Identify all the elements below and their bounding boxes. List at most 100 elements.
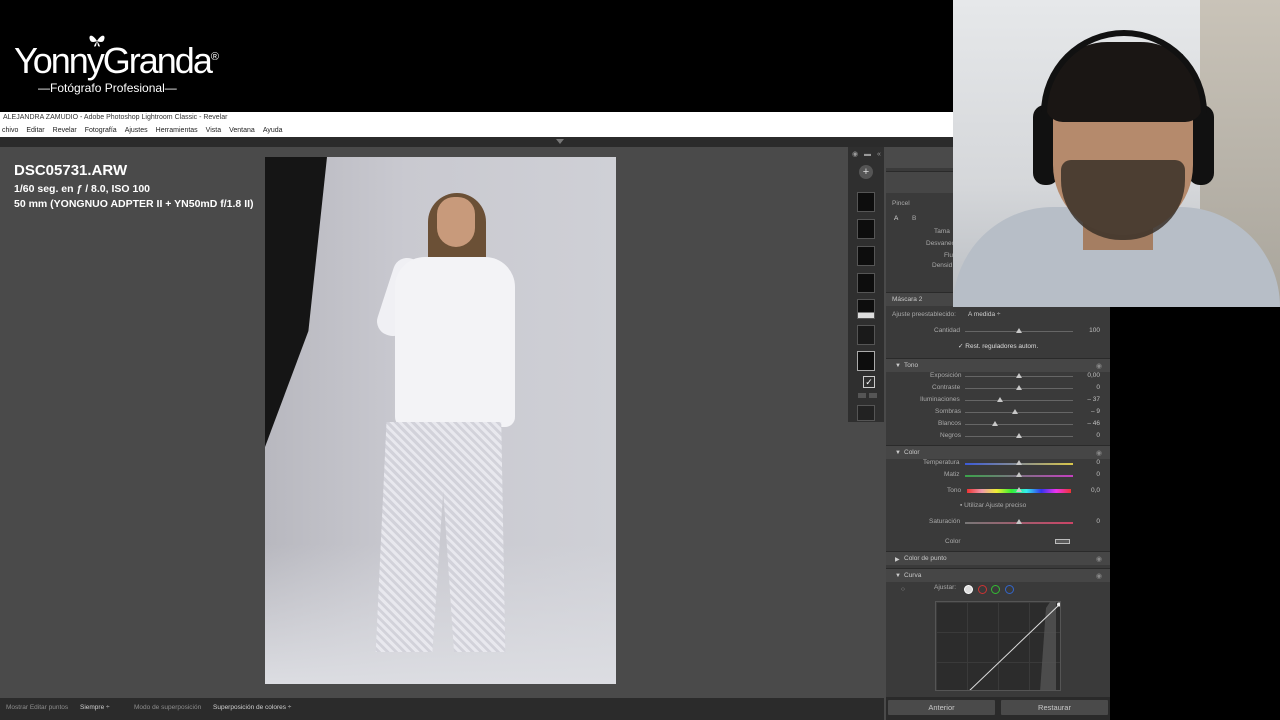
menu-file[interactable]: chivo [2, 124, 18, 137]
show-edit-points-select[interactable]: Siempre ÷ [80, 704, 110, 711]
collapse-triangle-icon[interactable] [556, 139, 564, 144]
temperature-slider[interactable] [965, 460, 1073, 465]
amount-value[interactable]: 100 [1089, 327, 1100, 334]
amount-slider[interactable] [965, 328, 1073, 333]
eye-icon[interactable]: ◉ [1096, 449, 1102, 457]
photo-canvas[interactable] [265, 157, 616, 684]
fine-adjust-label: Utilizar Ajuste preciso [964, 502, 1027, 509]
eye-icon[interactable]: ◉ [1096, 555, 1102, 563]
brush-density-label: Densid [932, 262, 953, 269]
toolstrip-header-icons[interactable]: ◉ ▬ « [852, 150, 883, 158]
eye-icon[interactable]: ◉ [1096, 362, 1102, 370]
mask-thumbnail-selected[interactable] [857, 351, 875, 371]
mask-thumbnail[interactable] [857, 246, 875, 266]
menu-tools[interactable]: Herramientas [156, 124, 198, 137]
temperature-value[interactable]: 0 [1096, 459, 1100, 466]
exposure-value[interactable]: 0,00 [1087, 372, 1100, 379]
top-panel-toggle-strip[interactable] [0, 137, 1110, 147]
mask-thumbnail-subject[interactable] [857, 325, 875, 345]
reset-sliders-label: Rest. reguladores autom. [965, 343, 1039, 350]
curve-section-header[interactable]: ▼ Curva ◉ [886, 568, 1110, 582]
menu-settings[interactable]: Ajustes [125, 124, 148, 137]
mask-thumbnail[interactable] [857, 299, 875, 319]
curve-channel-red[interactable] [978, 585, 987, 594]
point-color-section-header[interactable]: ▶ Color de punto ◉ [886, 551, 1110, 565]
fine-adjust-checkbox[interactable]: ▪ Utilizar Ajuste preciso [960, 502, 1026, 509]
eye-icon[interactable]: ◉ [1096, 572, 1102, 580]
amount-knob[interactable] [1016, 328, 1022, 333]
collapse-triangle-icon: ▶ [895, 557, 900, 563]
mask-thumbnail[interactable] [857, 219, 875, 239]
reset-sliders-checkbox[interactable]: ✓ Rest. reguladores autom. [958, 342, 1038, 350]
menu-window[interactable]: Ventana [229, 124, 255, 137]
curve-channel-green[interactable] [991, 585, 1000, 594]
toolstrip-mini-button[interactable] [858, 393, 866, 398]
saturation-slider[interactable] [965, 519, 1073, 524]
exposure-knob[interactable] [1016, 373, 1022, 378]
curve-channel-blue[interactable] [1005, 585, 1014, 594]
tone-section-header[interactable]: ▼ Tono ◉ [886, 358, 1110, 372]
blacks-value[interactable]: 0 [1096, 432, 1100, 439]
menu-view[interactable]: Vista [206, 124, 221, 137]
whites-slider[interactable] [965, 421, 1073, 426]
whites-knob[interactable] [992, 421, 999, 426]
hue-value[interactable]: 0,0 [1091, 487, 1100, 494]
hue-knob[interactable] [1016, 487, 1022, 492]
menu-help[interactable]: Ayuda [263, 124, 283, 137]
highlights-value[interactable]: – 37 [1087, 396, 1100, 403]
brush-a-button[interactable]: A [894, 215, 898, 222]
color-swatch[interactable] [1055, 539, 1070, 544]
hue-slider[interactable] [967, 487, 1071, 493]
mask-thumbnail[interactable] [857, 192, 875, 212]
contrast-value[interactable]: 0 [1096, 384, 1100, 391]
menu-photo[interactable]: Fotografía [85, 124, 117, 137]
brand-header: YonnyGranda® —Fotógrafo Profesional— [0, 0, 953, 112]
highlights-slider[interactable] [965, 397, 1073, 402]
tone-curve-graph[interactable] [935, 601, 1061, 691]
whites-value[interactable]: – 46 [1087, 420, 1100, 427]
menu-edit[interactable]: Editar [26, 124, 44, 137]
blacks-label: Negros [940, 432, 961, 439]
target-adjust-icon[interactable]: ○ [901, 586, 905, 593]
photo-filename: DSC05731.ARW [14, 162, 128, 179]
saturation-value[interactable]: 0 [1096, 518, 1100, 525]
tint-slider[interactable] [965, 472, 1073, 477]
shadows-value[interactable]: – 9 [1091, 408, 1100, 415]
contrast-slider[interactable] [965, 385, 1073, 390]
blacks-knob[interactable] [1016, 433, 1022, 438]
tint-label: Matiz [944, 471, 960, 478]
contrast-knob[interactable] [1016, 385, 1022, 390]
shadows-slider[interactable] [965, 409, 1073, 414]
tint-value[interactable]: 0 [1096, 471, 1100, 478]
mask-thumbnail[interactable] [857, 273, 875, 293]
toolstrip-mini-button[interactable] [869, 393, 877, 398]
menu-develop[interactable]: Revelar [53, 124, 77, 137]
saturation-knob[interactable] [1016, 519, 1022, 524]
exposure-slider[interactable] [965, 373, 1073, 378]
curve-adjust-label: Ajustar: [934, 584, 957, 591]
highlights-knob[interactable] [996, 397, 1003, 402]
reset-button[interactable]: Restaurar [1001, 700, 1108, 715]
exposure-label: Exposición [930, 372, 962, 379]
preset-select[interactable]: A medida ÷ [968, 311, 1000, 318]
blacks-slider[interactable] [965, 433, 1073, 438]
subject-blazer [395, 257, 515, 427]
overlay-mode-select[interactable]: Superposición de colores ÷ [213, 704, 291, 711]
add-mask-button[interactable]: + [859, 165, 873, 179]
shadows-knob[interactable] [1011, 409, 1018, 414]
tint-knob[interactable] [1016, 472, 1022, 477]
curve-svg [969, 602, 1060, 690]
color-section-header[interactable]: ▼ Color ◉ [886, 445, 1110, 459]
brush-b-button[interactable]: B [912, 215, 916, 222]
point-color-section-title: Color de punto [904, 555, 947, 562]
show-overlay-checkbox[interactable]: ✓ [863, 376, 875, 388]
curve-section-title: Curva [904, 572, 922, 579]
mask-toolstrip: ◉ ▬ « + ✓ [848, 147, 884, 422]
curve-channel-rgb[interactable] [964, 585, 973, 594]
photo-exposure: 1/60 seg. en ƒ / 8.0, ISO 100 [14, 183, 150, 195]
previous-button[interactable]: Anterior [888, 700, 995, 715]
mask-thumbnail-person[interactable] [857, 405, 875, 421]
brush-feather-label: Desvanec [926, 240, 955, 247]
temperature-label: Temperatura [923, 459, 960, 466]
temperature-knob[interactable] [1016, 460, 1022, 465]
